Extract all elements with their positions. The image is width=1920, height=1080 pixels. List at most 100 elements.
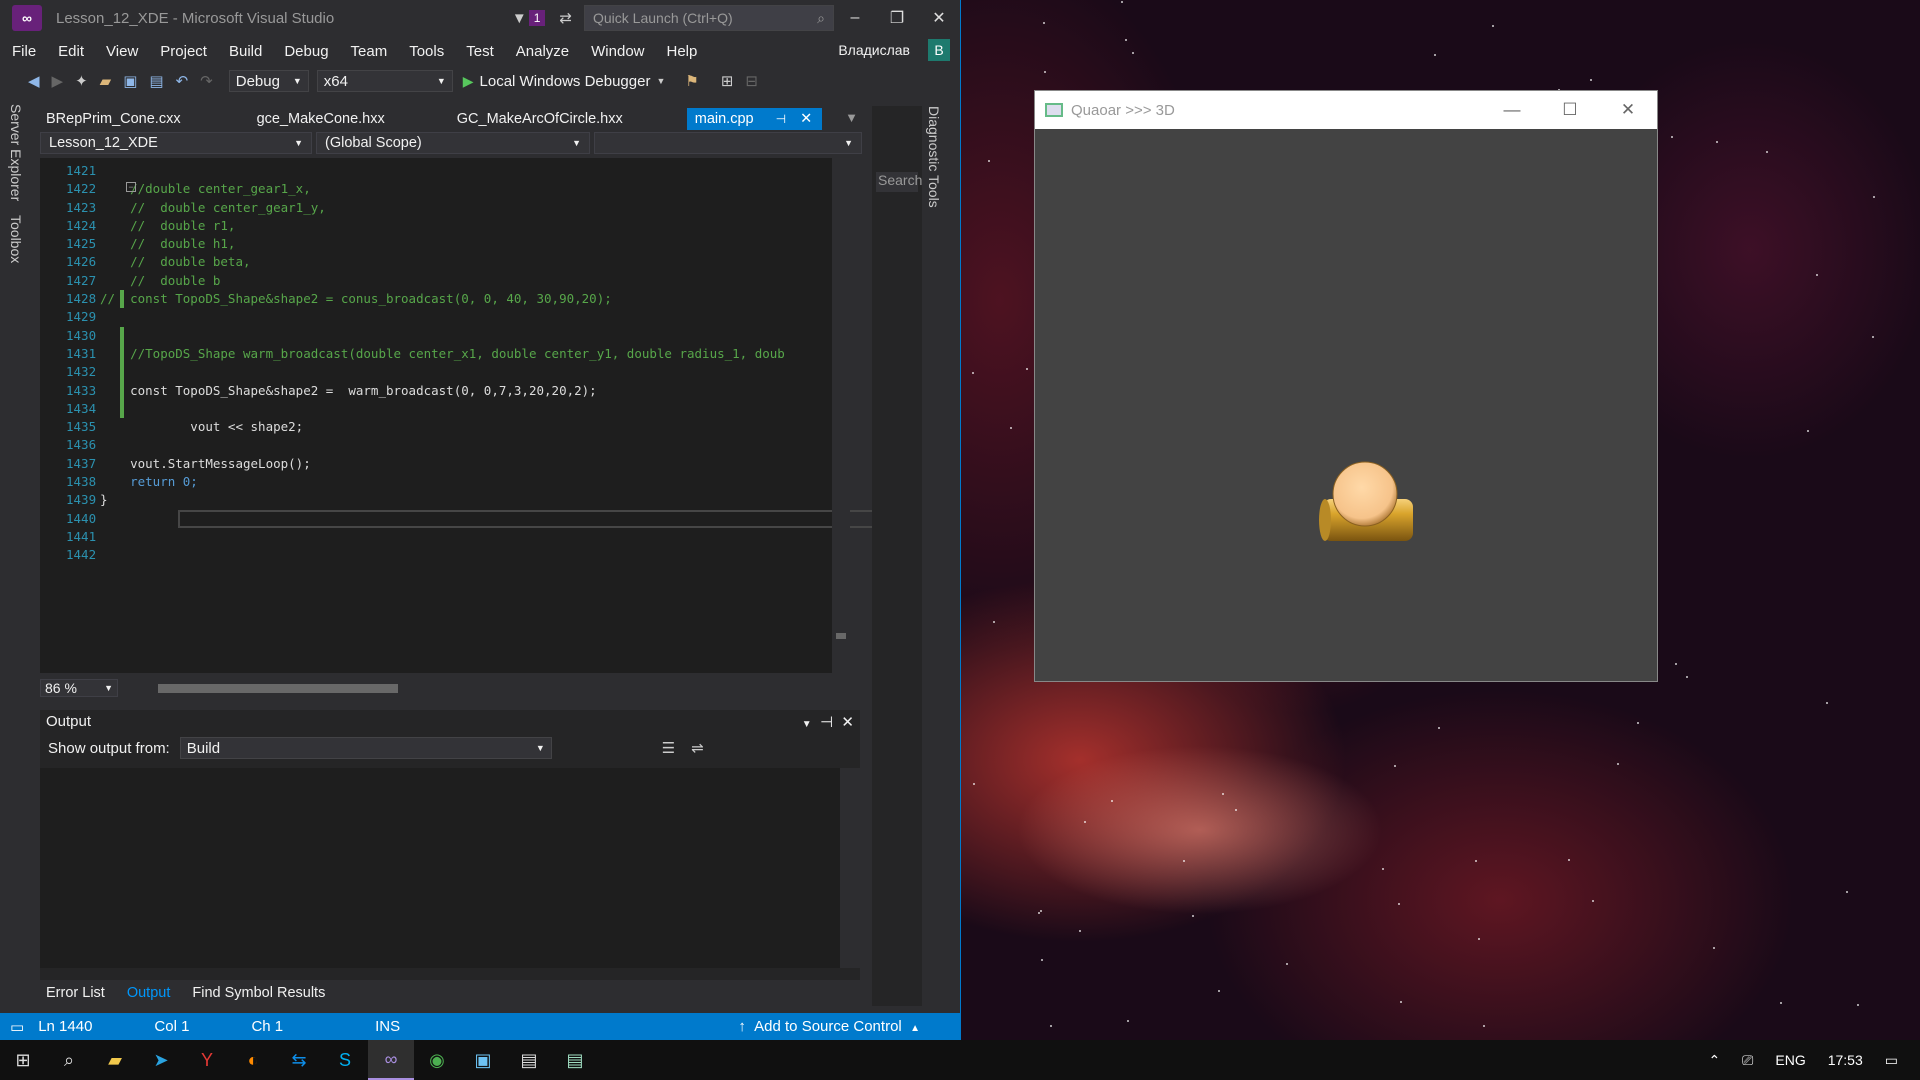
- configuration-select[interactable]: Debug ▼: [228, 70, 309, 92]
- horizontal-scrollbar[interactable]: [118, 678, 818, 698]
- tab-brepprim-cone[interactable]: BRepPrim_Cone.cxx: [38, 108, 189, 130]
- editor-vertical-scrollbar[interactable]: [832, 158, 850, 673]
- minimize-button[interactable]: –: [834, 9, 876, 27]
- output-text-area[interactable]: [40, 768, 840, 968]
- tab-find-symbol-results[interactable]: Find Symbol Results: [186, 983, 331, 1003]
- solution-explorer-icon[interactable]: ⊞: [721, 72, 734, 90]
- menu-build[interactable]: Build: [218, 43, 273, 60]
- tab-error-list[interactable]: Error List: [40, 983, 111, 1003]
- 3d-viewport[interactable]: [1035, 129, 1657, 681]
- star: [988, 159, 991, 162]
- menu-project[interactable]: Project: [149, 43, 218, 60]
- chevron-down-icon[interactable]: ▼: [656, 76, 665, 86]
- toolbox-icon[interactable]: ⊟: [745, 72, 758, 90]
- menu-team[interactable]: Team: [340, 43, 399, 60]
- chrome-icon[interactable]: ◉: [414, 1040, 460, 1080]
- menu-debug[interactable]: Debug: [273, 43, 339, 60]
- change-marker: [120, 399, 124, 419]
- platform-select[interactable]: x64 ▼: [316, 70, 453, 92]
- close-button[interactable]: ✕: [918, 8, 960, 28]
- word-wrap-icon[interactable]: ⇌: [691, 739, 704, 757]
- output-toolbar: Show output from: Build ▼ ☰ ⇌: [40, 732, 860, 764]
- star: [1636, 722, 1639, 725]
- telegram-icon[interactable]: ➤: [138, 1040, 184, 1080]
- scrollbar-thumb[interactable]: [158, 684, 398, 693]
- find-in-files-icon[interactable]: ⚑: [685, 72, 698, 90]
- pin-icon[interactable]: ⊣: [776, 112, 786, 126]
- code-line: 1421: [66, 163, 97, 178]
- media-player-icon[interactable]: ◐: [230, 1040, 276, 1080]
- project-select[interactable]: Lesson_12_XDE ▼: [40, 132, 312, 154]
- file-explorer-icon[interactable]: ▰: [92, 1040, 138, 1080]
- back-icon[interactable]: ◀: [28, 72, 40, 90]
- tab-main-cpp[interactable]: main.cpp ⊣ ✕: [686, 108, 823, 130]
- code-editor[interactable]: 1421 1422 //double center_gear1_x, 1423 …: [40, 158, 878, 673]
- start-debugger-button[interactable]: Local Windows Debugger: [480, 73, 651, 90]
- photos-icon[interactable]: ▣: [460, 1040, 506, 1080]
- server-explorer-tab[interactable]: Server Explorer: [8, 104, 24, 201]
- chevron-up-icon[interactable]: ⌃: [1708, 1052, 1720, 1069]
- app-window-icon[interactable]: ▤: [506, 1040, 552, 1080]
- tab-overflow-icon[interactable]: ▼: [845, 110, 858, 125]
- menu-help[interactable]: Help: [656, 43, 709, 60]
- quaoar-taskbar-icon[interactable]: ▤: [552, 1040, 598, 1080]
- start-button-icon[interactable]: ⊞: [0, 1040, 46, 1080]
- chevron-down-icon[interactable]: ▼: [802, 719, 812, 730]
- search-icon[interactable]: ⌕: [46, 1040, 92, 1080]
- skype-icon[interactable]: S: [322, 1040, 368, 1080]
- star: [1845, 890, 1848, 893]
- menu-test[interactable]: Test: [455, 43, 505, 60]
- forward-icon[interactable]: ▶: [52, 72, 64, 90]
- open-file-icon[interactable]: ▰: [100, 72, 112, 90]
- undo-icon[interactable]: ↶: [176, 72, 189, 90]
- code-line: 1429: [66, 309, 97, 325]
- clear-all-icon[interactable]: ☰: [662, 739, 675, 757]
- collapse-region-icon[interactable]: −: [126, 182, 136, 192]
- visual-studio-taskbar-icon[interactable]: ∞: [368, 1040, 414, 1080]
- tab-gc-makearcofcircle[interactable]: GC_MakeArcOfCircle.hxx: [449, 108, 631, 130]
- start-debugging-icon[interactable]: ▶: [463, 73, 474, 90]
- language-indicator[interactable]: ENG: [1775, 1052, 1805, 1068]
- menu-tools[interactable]: Tools: [398, 43, 455, 60]
- diagnostic-search-input[interactable]: Search: [876, 172, 922, 192]
- maximize-button[interactable]: ❐: [876, 8, 918, 28]
- gear-shape-model[interactable]: [1319, 461, 1413, 541]
- menu-file[interactable]: File: [0, 43, 47, 60]
- menu-edit[interactable]: Edit: [47, 43, 95, 60]
- diagnostic-tools-tab[interactable]: Diagnostic Tools: [926, 106, 942, 208]
- toolbox-tab[interactable]: Toolbox: [8, 215, 24, 263]
- zoom-select[interactable]: 86 % ▼: [40, 679, 118, 697]
- save-icon[interactable]: ▣: [123, 72, 137, 90]
- minimize-button[interactable]: —: [1483, 100, 1541, 120]
- network-icon[interactable]: ⎚: [1742, 1052, 1753, 1069]
- redo-icon[interactable]: ↷: [200, 72, 213, 90]
- output-source-select[interactable]: Build ▼: [179, 737, 552, 759]
- notifications-button[interactable]: ▼ 1: [512, 10, 546, 27]
- member-select[interactable]: ▼: [594, 132, 862, 154]
- close-icon[interactable]: ✕: [841, 714, 854, 731]
- user-name[interactable]: Владислав: [838, 42, 910, 58]
- output-vertical-scrollbar[interactable]: [840, 768, 860, 968]
- tab-gce-makecone[interactable]: gce_MakeCone.hxx: [249, 108, 393, 130]
- new-project-icon[interactable]: ✦: [75, 72, 88, 90]
- maximize-button[interactable]: ☐: [1541, 100, 1599, 120]
- clock[interactable]: 17:53: [1828, 1052, 1863, 1068]
- close-tab-icon[interactable]: ✕: [800, 111, 812, 127]
- teamviewer-icon[interactable]: ⇆: [276, 1040, 322, 1080]
- status-line: Ln 1440: [38, 1018, 93, 1035]
- save-all-icon[interactable]: ▤: [149, 72, 163, 90]
- user-avatar[interactable]: В: [928, 39, 950, 61]
- menu-window[interactable]: Window: [580, 43, 655, 60]
- menu-analyze[interactable]: Analyze: [505, 43, 580, 60]
- close-button[interactable]: ✕: [1599, 100, 1657, 120]
- pin-icon[interactable]: ⊣: [820, 714, 833, 731]
- yandex-browser-icon[interactable]: Y: [184, 1040, 230, 1080]
- scope-select[interactable]: (Global Scope) ▼: [316, 132, 590, 154]
- feedback-icon[interactable]: ⇄: [559, 9, 572, 27]
- menu-view[interactable]: View: [95, 43, 149, 60]
- tab-output[interactable]: Output: [121, 983, 177, 1003]
- scrollbar-thumb[interactable]: [836, 633, 846, 639]
- add-to-source-control-button[interactable]: ↑ Add to Source Control ▲: [738, 1018, 920, 1035]
- action-center-icon[interactable]: ▭: [1885, 1052, 1898, 1069]
- quick-launch-input[interactable]: Quick Launch (Ctrl+Q) ⌕: [584, 5, 834, 31]
